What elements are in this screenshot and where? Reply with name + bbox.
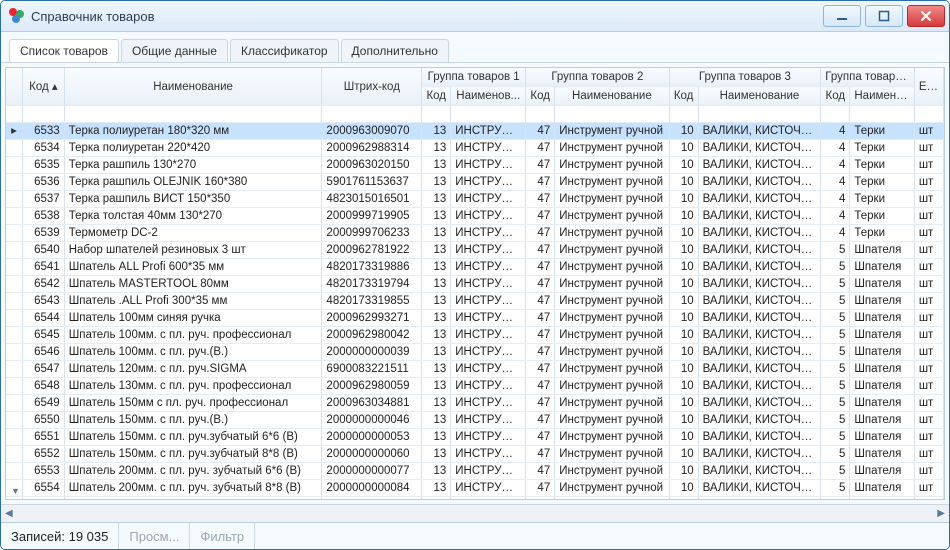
filter-row[interactable] xyxy=(6,106,944,123)
tab-strip: Список товаровОбщие данныеКлассификаторД… xyxy=(1,32,949,63)
col-group2[interactable]: Группа товаров 2 xyxy=(526,68,669,87)
data-table[interactable]: Код ▴ Наименование Штрих-код Группа това… xyxy=(6,68,944,499)
col-group3[interactable]: Группа товаров 3 xyxy=(669,68,821,87)
table-row[interactable]: 6537Терка рашпиль ВИСТ 150*3504823015016… xyxy=(6,191,944,208)
scroll-right-icon[interactable]: ▶ xyxy=(937,508,945,519)
col-g1-name[interactable]: Наименов... xyxy=(451,87,526,106)
status-filter-button[interactable]: Фильтр xyxy=(190,523,255,549)
col-name[interactable]: Наименование xyxy=(64,68,322,106)
col-g2-name[interactable]: Наименование xyxy=(555,87,669,106)
col-g4-name[interactable]: Наименов... xyxy=(850,87,914,106)
table-row[interactable]: 6539Термометр DC-2200099970623313ИНСТРУМ… xyxy=(6,225,944,242)
table-row[interactable]: 6554Шпатель 200мм. с пл. руч. зубчатый 8… xyxy=(6,480,944,497)
table-row[interactable]: ▸6533Терка полиуретан 180*320 мм20009630… xyxy=(6,123,944,140)
col-row-marker[interactable] xyxy=(6,68,23,106)
table-row[interactable]: 6535Терка рашпиль 130*270200096302015013… xyxy=(6,157,944,174)
table-row[interactable]: 6552Шпатель 150мм. с пл. руч.зубчатый 8*… xyxy=(6,446,944,463)
col-g3-code[interactable]: Код xyxy=(669,87,698,106)
table-row[interactable]: 6542Шпатель MASTERTOOL 80мм4820173319794… xyxy=(6,276,944,293)
table-row[interactable]: 6534Терка полиуретан 220*420200096298831… xyxy=(6,140,944,157)
close-button[interactable] xyxy=(907,5,945,27)
table-row[interactable]: 6544Шпатель 100мм синяя ручка20009629932… xyxy=(6,310,944,327)
titlebar[interactable]: Справочник товаров xyxy=(1,1,949,32)
table-row[interactable]: 6536Терка рашпиль OLEJNIK 160*3805901761… xyxy=(6,174,944,191)
col-g3-name[interactable]: Наименование xyxy=(698,87,821,106)
tab-2[interactable]: Классификатор xyxy=(230,39,339,62)
status-view-button[interactable]: Просм... xyxy=(119,523,190,549)
table-row[interactable]: 6545Шпатель 100мм. с пл. руч. профессион… xyxy=(6,327,944,344)
app-icon xyxy=(9,8,25,24)
col-g2-code[interactable]: Код xyxy=(526,87,555,106)
col-code[interactable]: Код ▴ xyxy=(23,68,65,106)
table-row[interactable]: 6547Шпатель 120мм. с пл. руч.SIGMA690008… xyxy=(6,361,944,378)
table-row[interactable]: 6548Шпатель 130мм. с пл. руч. профессион… xyxy=(6,378,944,395)
col-group4[interactable]: Группа товаров 4 xyxy=(821,68,915,87)
tab-1[interactable]: Общие данные xyxy=(121,39,228,62)
table-row[interactable]: 6546Шпатель 100мм. с пл. руч.(В.)2000000… xyxy=(6,344,944,361)
scroll-up-icon[interactable]: ▲ xyxy=(7,499,24,500)
col-unit[interactable]: Ед. изм. xyxy=(914,68,943,106)
table-row[interactable]: 6540Набор шпателей резиновых 3 шт2000962… xyxy=(6,242,944,259)
scroll-down-icon[interactable]: ▼ xyxy=(7,482,24,499)
table-row[interactable]: 6551Шпатель 150мм. с пл. руч.зубчатый 6*… xyxy=(6,429,944,446)
minimize-button[interactable] xyxy=(823,5,861,27)
table-row[interactable]: 6555Шпатель 200мм. с пл. руч.(В)20000000… xyxy=(6,497,944,500)
col-barcode[interactable]: Штрих-код xyxy=(322,68,422,106)
horizontal-scrollbar[interactable]: ◀▶ xyxy=(1,504,949,522)
tab-0[interactable]: Список товаров xyxy=(9,39,119,62)
table-row[interactable]: 6550Шпатель 150мм. с пл. руч.(В.)2000000… xyxy=(6,412,944,429)
table-row[interactable]: 6538Терка толстая 40мм 130*2702000999719… xyxy=(6,208,944,225)
tab-3[interactable]: Дополнительно xyxy=(341,39,449,62)
statusbar: Записей: 19 035 Просм... Фильтр xyxy=(1,522,949,549)
table-row[interactable]: 6553Шпатель 200мм. с пл. руч. зубчатый 6… xyxy=(6,463,944,480)
table-row[interactable]: 6541Шпатель ALL Profi 600*35 мм482017331… xyxy=(6,259,944,276)
scroll-left-icon[interactable]: ◀ xyxy=(5,508,13,519)
app-window: Справочник товаров Список товаровОбщие д… xyxy=(0,0,950,550)
table-row[interactable]: 6549Шпатель 150мм с пл. руч. профессиона… xyxy=(6,395,944,412)
maximize-button[interactable] xyxy=(865,5,903,27)
col-g4-code[interactable]: Код xyxy=(821,87,850,106)
col-group1[interactable]: Группа товаров 1 xyxy=(422,68,526,87)
grid: Код ▴ Наименование Штрих-код Группа това… xyxy=(5,67,945,500)
col-g1-code[interactable]: Код xyxy=(422,87,451,106)
status-records: Записей: 19 035 xyxy=(1,523,119,549)
table-row[interactable]: 6543Шпатель .ALL Profi 300*35 мм48201733… xyxy=(6,293,944,310)
window-title: Справочник товаров xyxy=(31,9,823,24)
